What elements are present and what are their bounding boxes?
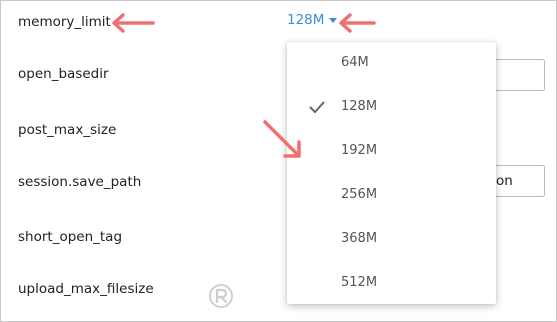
check-icon (309, 101, 325, 114)
memory-option-label: 64M (341, 55, 369, 70)
memory-option-512m[interactable]: 512M (287, 262, 496, 306)
memory-limit-label: memory_limit (18, 14, 111, 30)
session-save-path-input[interactable]: on (495, 165, 545, 197)
annotation-arrow-left-icon (112, 13, 155, 33)
memory-option-368m[interactable]: 368M (287, 218, 496, 262)
annotation-arrow-left-icon (339, 13, 376, 33)
post-max-size-label: post_max_size (18, 122, 117, 138)
settings-panel: memory_limit open_basedir post_max_size … (0, 0, 557, 322)
annotation-arrow-diagonal-icon (263, 120, 301, 158)
memory-option-256m[interactable]: 256M (287, 174, 496, 218)
memory-option-label: 368M (341, 231, 378, 246)
memory-limit-select[interactable]: 128M (287, 12, 338, 28)
session-save-path-value: on (496, 173, 513, 189)
open-basedir-input[interactable] (495, 59, 545, 91)
memory-option-64m[interactable]: 64M (287, 42, 496, 86)
memory-option-label: 256M (341, 187, 378, 202)
memory-option-128m[interactable]: 128M (287, 86, 496, 130)
memory-option-label: 128M (341, 99, 378, 114)
watermark-logo-icon (209, 284, 233, 308)
memory-limit-dropdown: 64M 128M 192M 256M 368M 512M (287, 42, 496, 304)
session-save-path-label: session.save_path (18, 174, 142, 190)
short-open-tag-label: short_open_tag (18, 229, 123, 245)
memory-option-label: 512M (341, 275, 378, 290)
open-basedir-label: open_basedir (18, 66, 109, 82)
memory-option-label: 192M (341, 143, 378, 158)
upload-max-filesize-label: upload_max_filesize (18, 281, 154, 297)
memory-option-192m[interactable]: 192M (287, 130, 496, 174)
memory-limit-selected-value: 128M (287, 12, 325, 28)
